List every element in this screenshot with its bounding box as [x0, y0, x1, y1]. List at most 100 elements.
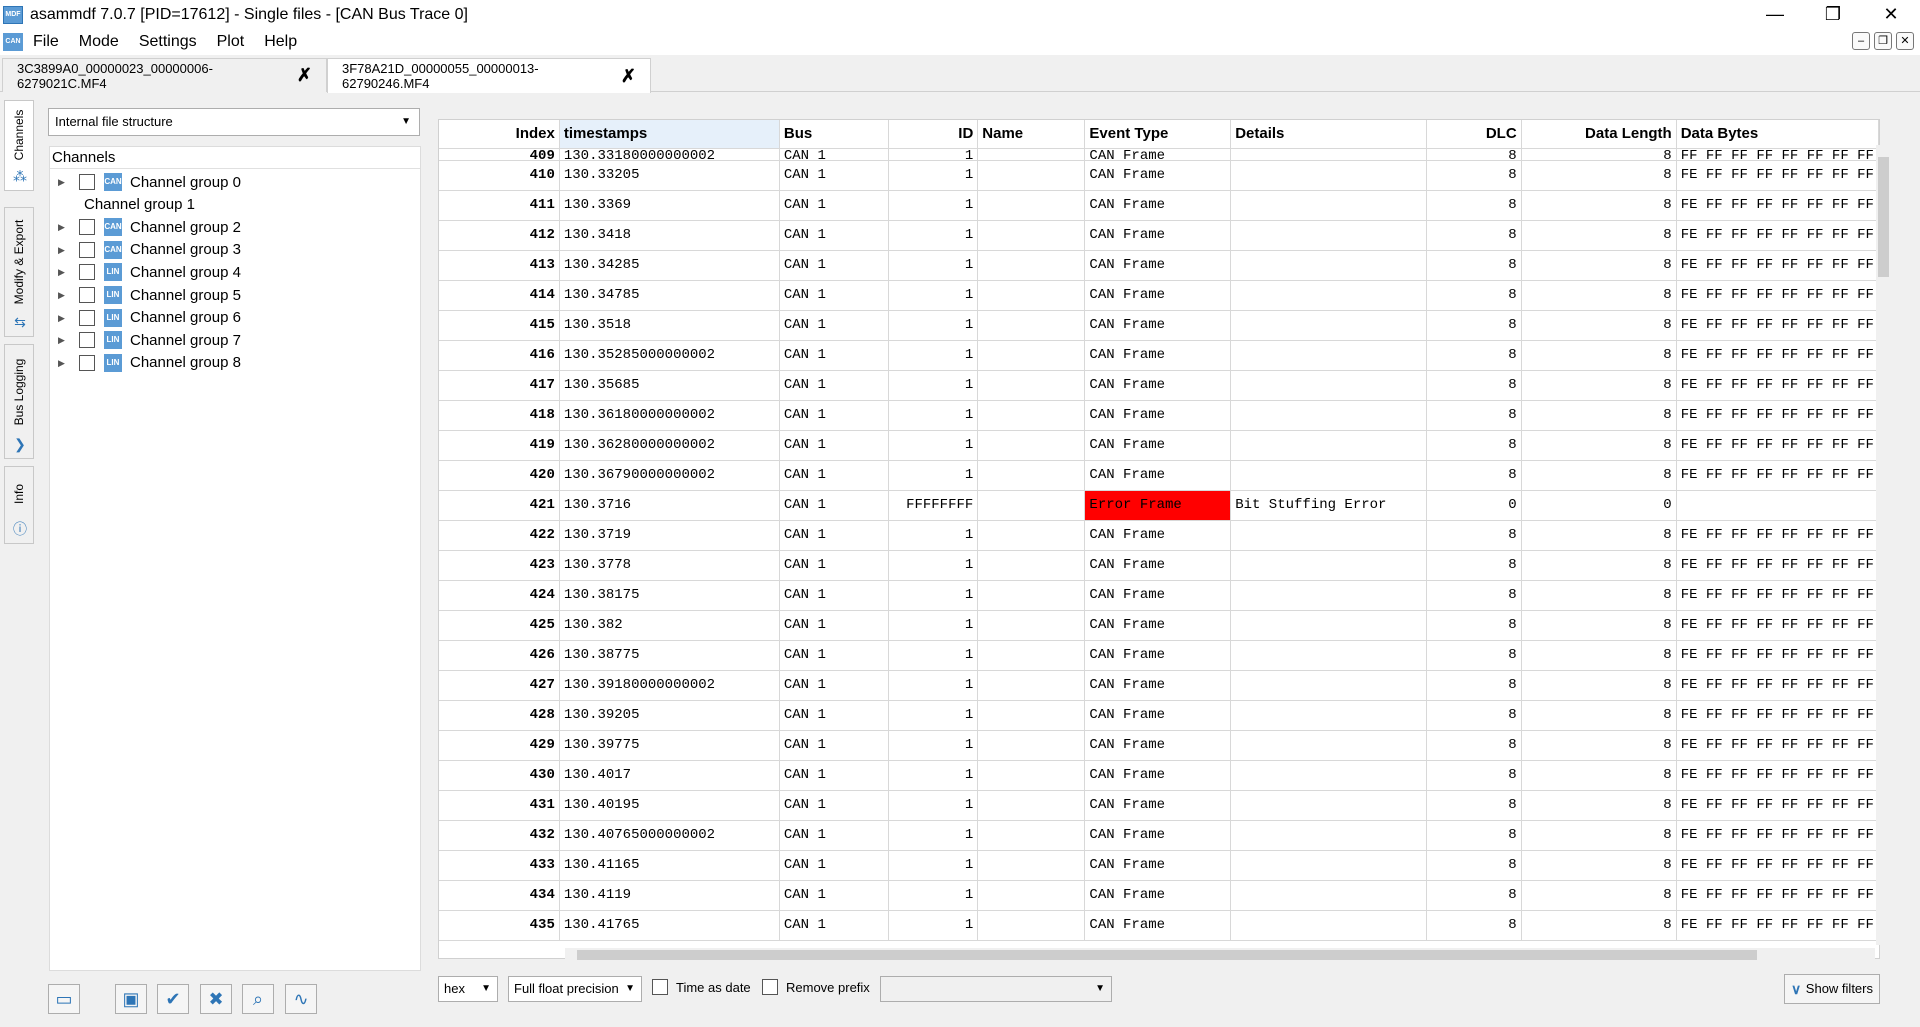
- channel-group-item[interactable]: ▶ LIN Channel group 8: [50, 352, 241, 374]
- maximize-button[interactable]: ❐: [1804, 0, 1862, 29]
- table-row[interactable]: 424 130.38175 CAN 1 1 CAN Frame 8 8 FE FF FF FF…: [439, 580, 1879, 611]
- minimize-button[interactable]: —: [1746, 0, 1804, 29]
- table-row[interactable]: 432 130.40765000000002 CAN 1 1 CAN Frame 8 8 FE…: [439, 820, 1879, 851]
- expand-arrow-icon[interactable]: ▶: [58, 245, 68, 255]
- column-header[interactable]: DLC: [1426, 120, 1522, 149]
- vertical-scrollbar[interactable]: [1876, 145, 1891, 945]
- column-header[interactable]: Data Bytes: [1676, 120, 1879, 149]
- expand-arrow-icon[interactable]: ▶: [58, 290, 68, 300]
- channel-group-item[interactable]: ▶ LIN Channel group 6: [50, 307, 241, 329]
- channel-group-checkbox[interactable]: [79, 174, 95, 190]
- expand-arrow-icon[interactable]: ▶: [58, 313, 68, 323]
- menu-help[interactable]: Help: [254, 33, 307, 51]
- table-row[interactable]: 425 130.382 CAN 1 1 CAN Frame 8 8 FE FF FF FF F…: [439, 610, 1879, 641]
- table-row[interactable]: 417 130.35685 CAN 1 1 CAN Frame 8 8 FE FF FF FF…: [439, 370, 1879, 401]
- menu-file[interactable]: File: [23, 33, 69, 51]
- expand-arrow-icon[interactable]: ▶: [58, 222, 68, 232]
- menu-plot[interactable]: Plot: [207, 33, 255, 51]
- channel-group-item[interactable]: Channel group 1: [50, 194, 195, 216]
- table-row[interactable]: 428 130.39205 CAN 1 1 CAN Frame 8 8 FE FF FF FF…: [439, 700, 1879, 731]
- channel-group-checkbox[interactable]: [79, 309, 95, 326]
- table-row[interactable]: 421 130.3716 CAN 1 FFFFFFFF Error Frame Bit S…: [439, 490, 1879, 521]
- channel-group-checkbox[interactable]: [79, 264, 95, 281]
- close-tab-icon[interactable]: ✗: [621, 66, 636, 87]
- channel-group-item[interactable]: ▶ CAN Channel group 2: [50, 216, 241, 238]
- channel-group-item[interactable]: ▶ LIN Channel group 4: [50, 261, 241, 283]
- table-row[interactable]: 418 130.36180000000002 CAN 1 1 CAN Frame 8 8 FE…: [439, 400, 1879, 431]
- table-row[interactable]: 431 130.40195 CAN 1 1 CAN Frame 8 8 FE FF FF FF…: [439, 790, 1879, 821]
- channel-group-checkbox[interactable]: [79, 241, 95, 258]
- table-cell: [1230, 550, 1428, 581]
- table-row[interactable]: 410 130.33205 CAN 1 1 CAN Frame 8 8 FE FF FF FF…: [439, 160, 1879, 191]
- table-row[interactable]: 414 130.34785 CAN 1 1 CAN Frame 8 8 FE FF FF FF…: [439, 280, 1879, 311]
- table-row[interactable]: 427 130.39180000000002 CAN 1 1 CAN Frame 8 8 FE…: [439, 670, 1879, 701]
- show-filters-button[interactable]: ∨ Show filters: [1784, 974, 1880, 1004]
- save-icon[interactable]: ▣: [115, 984, 147, 1014]
- expand-arrow-icon[interactable]: ▶: [58, 267, 68, 277]
- table-row[interactable]: 419 130.36280000000002 CAN 1 1 CAN Frame 8 8 FE…: [439, 430, 1879, 461]
- delete-icon[interactable]: ✖: [200, 984, 232, 1014]
- table-row[interactable]: 430 130.4017 CAN 1 1 CAN Frame 8 8 FE FF FF FF …: [439, 760, 1879, 791]
- channel-group-checkbox[interactable]: [79, 219, 95, 236]
- mdi-close-icon[interactable]: ✕: [1896, 32, 1914, 50]
- prefix-select[interactable]: ▼: [880, 976, 1112, 1002]
- plot-icon[interactable]: ∿: [285, 984, 317, 1014]
- expand-arrow-icon[interactable]: ▶: [58, 177, 68, 187]
- column-header[interactable]: Name: [977, 120, 1086, 149]
- close-tab-icon[interactable]: ✗: [297, 65, 312, 86]
- side-tab-modify-export[interactable]: Modify & Export ⇆: [4, 207, 34, 337]
- table-row[interactable]: 423 130.3778 CAN 1 1 CAN Frame 8 8 FE FF FF FF …: [439, 550, 1879, 581]
- precision-select[interactable]: Full float precision ▼: [508, 976, 642, 1002]
- table-row[interactable]: 422 130.3719 CAN 1 1 CAN Frame 8 8 FE FF FF FF …: [439, 520, 1879, 551]
- side-tab-info[interactable]: Info ⓘ: [4, 466, 34, 544]
- channel-group-item[interactable]: ▶ CAN Channel group 0: [50, 171, 241, 193]
- mdi-restore-icon[interactable]: ❐: [1874, 32, 1892, 50]
- column-header[interactable]: ID: [888, 120, 979, 149]
- check-icon[interactable]: ✔: [157, 984, 189, 1014]
- table-row[interactable]: 420 130.36790000000002 CAN 1 1 CAN Frame 8 8 FE…: [439, 460, 1879, 491]
- table-row[interactable]: 412 130.3418 CAN 1 1 CAN Frame 8 8 FE FF FF FF …: [439, 220, 1879, 251]
- scroll-thumb[interactable]: [577, 950, 1757, 960]
- table-row[interactable]: 433 130.41165 CAN 1 1 CAN Frame 8 8 FE FF FF FF…: [439, 850, 1879, 881]
- expand-arrow-icon[interactable]: ▶: [58, 335, 68, 345]
- column-header[interactable]: timestamps: [559, 120, 780, 149]
- table-row[interactable]: 411 130.3369 CAN 1 1 CAN Frame 8 8 FE FF FF FF …: [439, 190, 1879, 221]
- expand-arrow-icon[interactable]: ▶: [58, 358, 68, 368]
- channel-group-checkbox[interactable]: [79, 354, 95, 371]
- format-select[interactable]: hex ▼: [438, 976, 498, 1002]
- open-folder-icon[interactable]: ▭: [48, 984, 80, 1014]
- column-header[interactable]: Bus: [779, 120, 889, 149]
- table-row[interactable]: 435 130.41765 CAN 1 1 CAN Frame 8 8 FE FF FF FF…: [439, 910, 1879, 941]
- view-mode-select[interactable]: Internal file structure ▼: [48, 108, 420, 136]
- column-header[interactable]: Details: [1230, 120, 1428, 149]
- mdi-minimize-icon[interactable]: –: [1852, 32, 1870, 50]
- side-tab-channels[interactable]: Channels ⁂: [4, 100, 34, 191]
- table-row[interactable]: 434 130.4119 CAN 1 1 CAN Frame 8 8 FE FF FF FF …: [439, 880, 1879, 911]
- side-tab-bus-logging[interactable]: Bus Logging ❯: [4, 344, 34, 459]
- close-button[interactable]: ✕: [1862, 0, 1920, 29]
- remove-prefix-checkbox[interactable]: [762, 979, 778, 995]
- time-as-date-checkbox[interactable]: [652, 979, 668, 995]
- table-row[interactable]: 426 130.38775 CAN 1 1 CAN Frame 8 8 FE FF FF FF…: [439, 640, 1879, 671]
- column-header[interactable]: Event Type: [1084, 120, 1232, 149]
- file-tab-1[interactable]: 3C3899A0_00000023_00000006-6279021C.MF4 …: [2, 58, 327, 92]
- table-row[interactable]: 415 130.3518 CAN 1 1 CAN Frame 8 8 FE FF FF FF …: [439, 310, 1879, 341]
- table-row[interactable]: 409 130.33180000000002 CAN 1 1 CAN Frame 8 8 FF…: [439, 148, 1879, 161]
- column-header[interactable]: Index: [439, 120, 560, 149]
- column-header[interactable]: Data Length: [1521, 120, 1677, 149]
- menu-mode[interactable]: Mode: [69, 33, 129, 51]
- horizontal-scrollbar[interactable]: [565, 948, 1875, 962]
- channel-group-checkbox[interactable]: [79, 332, 95, 349]
- channel-group-item[interactable]: ▶ CAN Channel group 3: [50, 239, 241, 261]
- mdi-window-icon[interactable]: CAN: [3, 33, 23, 51]
- file-tab-2[interactable]: 3F78A21D_00000055_00000013-62790246.MF4 …: [327, 58, 651, 93]
- menu-settings[interactable]: Settings: [129, 33, 207, 51]
- table-row[interactable]: 413 130.34285 CAN 1 1 CAN Frame 8 8 FE FF FF FF…: [439, 250, 1879, 281]
- channel-group-item[interactable]: ▶ LIN Channel group 5: [50, 284, 241, 306]
- table-row[interactable]: 416 130.35285000000002 CAN 1 1 CAN Frame 8 8 FE…: [439, 340, 1879, 371]
- channel-group-checkbox[interactable]: [79, 287, 95, 303]
- channel-group-item[interactable]: ▶ LIN Channel group 7: [50, 329, 241, 351]
- table-row[interactable]: 429 130.39775 CAN 1 1 CAN Frame 8 8 FE FF FF FF…: [439, 730, 1879, 761]
- search-icon[interactable]: ⌕: [242, 984, 274, 1014]
- scroll-thumb[interactable]: [1878, 157, 1889, 277]
